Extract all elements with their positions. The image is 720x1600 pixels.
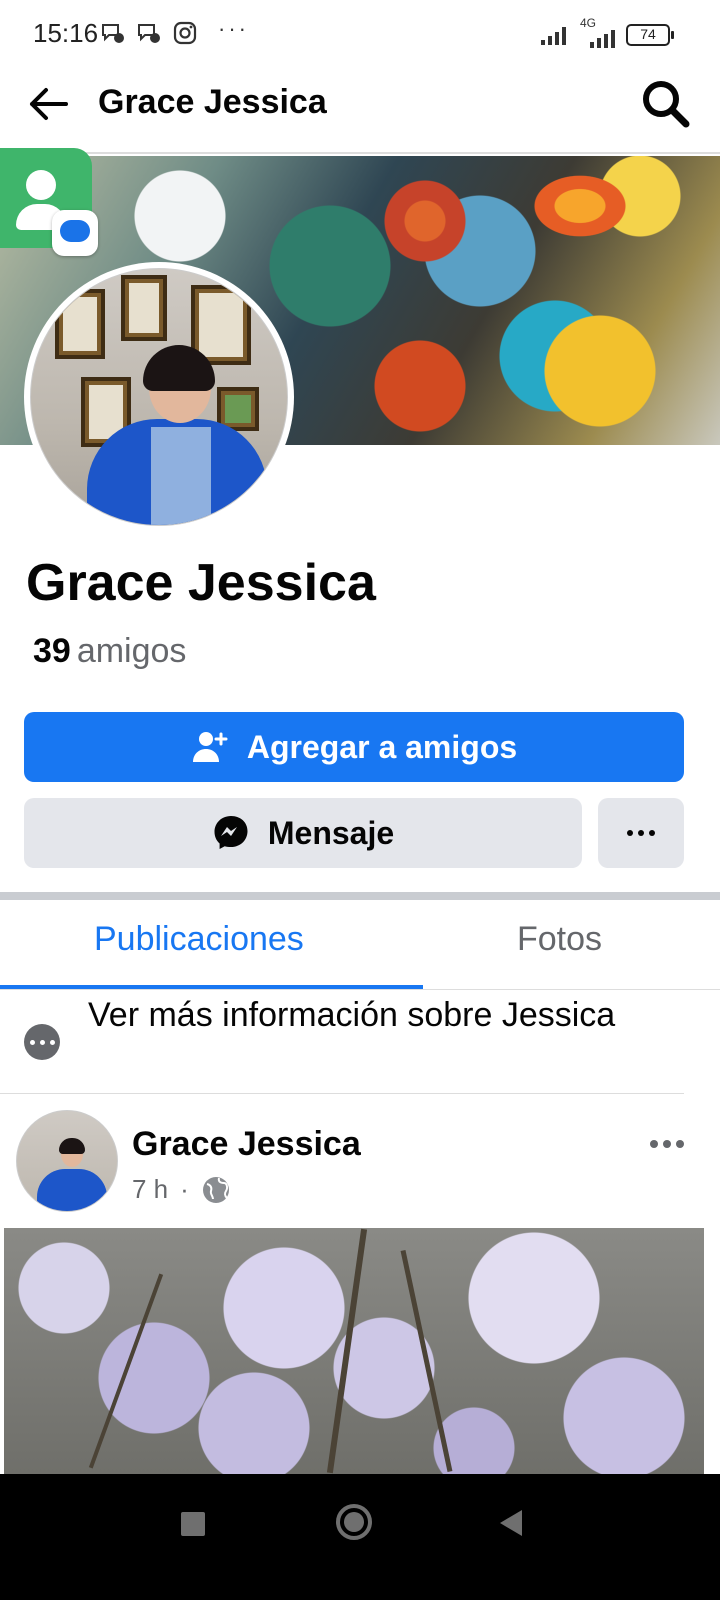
friends-label: amigos	[76, 632, 187, 670]
profile-avatar[interactable]	[24, 262, 294, 532]
message-label: Mensaje	[267, 814, 395, 851]
more-info-icon	[24, 1024, 60, 1060]
post-author-avatar[interactable]	[16, 1110, 118, 1212]
search-icon[interactable]	[640, 78, 692, 130]
tab-posts[interactable]: Publicaciones	[94, 920, 304, 959]
person-head	[26, 170, 56, 200]
post-time[interactable]: 7 h	[132, 1174, 168, 1205]
more-notifications-icon: ···	[218, 16, 249, 41]
status-notification-icons: ···	[100, 16, 249, 46]
chat-bubble-icon	[138, 24, 160, 43]
signal-4g-icon: 4G	[578, 16, 618, 48]
more-options-button[interactable]	[598, 798, 684, 868]
chat-bubble-icon	[102, 24, 124, 43]
battery-icon: 74	[626, 24, 674, 46]
more-dots-icon	[627, 830, 655, 836]
message-bubble	[60, 220, 90, 242]
add-friend-icon	[192, 732, 228, 762]
cover-flower	[380, 176, 470, 266]
person-top	[151, 427, 211, 525]
contacts-app-icon[interactable]	[0, 148, 98, 256]
post-options-button[interactable]	[644, 1130, 690, 1158]
picture-frame	[55, 289, 105, 359]
instagram-icon	[173, 21, 197, 45]
section-divider	[0, 892, 720, 900]
friends-count-link[interactable]: 39 amigos	[33, 632, 186, 671]
post-image[interactable]	[4, 1228, 704, 1474]
messenger-icon	[214, 816, 248, 849]
cover-flower	[520, 166, 640, 246]
messages-badge-icon	[52, 210, 98, 256]
friends-count: 39	[33, 632, 71, 670]
message-button[interactable]: Mensaje	[24, 798, 582, 868]
add-friend-label: Agregar a amigos	[246, 728, 518, 765]
home-icon[interactable]	[336, 1504, 372, 1540]
avatar-photo	[30, 268, 288, 526]
add-friend-button[interactable]: Agregar a amigos	[24, 712, 684, 782]
status-bar: 15:16 ··· 4G 74	[0, 0, 720, 66]
status-system-icons: 4G 74	[540, 16, 674, 48]
branch	[400, 1249, 453, 1473]
branch	[88, 1273, 164, 1469]
meta-separator: ·	[180, 1174, 189, 1204]
signal-icon	[541, 27, 566, 45]
avatar-body	[37, 1169, 107, 1211]
profile-name: Grace Jessica	[26, 554, 376, 612]
globe-icon	[202, 1176, 229, 1203]
post-meta: 7 h ·	[132, 1174, 231, 1205]
branch	[326, 1228, 368, 1474]
picture-frame	[121, 275, 167, 341]
app-header: Grace Jessica	[0, 66, 720, 154]
tab-photos[interactable]: Fotos	[517, 920, 602, 959]
about-link[interactable]: Ver más información sobre Jessica	[88, 990, 648, 1041]
back-icon[interactable]	[500, 1510, 522, 1536]
post-options-icon	[650, 1140, 684, 1148]
avatar-hair	[59, 1138, 85, 1154]
back-arrow-icon[interactable]	[24, 80, 72, 128]
about-border	[0, 1093, 684, 1094]
header-title: Grace Jessica	[98, 83, 327, 121]
post-author-name[interactable]: Grace Jessica	[132, 1125, 361, 1164]
system-navigation-bar	[0, 1474, 720, 1600]
recent-apps-icon[interactable]	[181, 1512, 205, 1536]
status-time: 15:16	[33, 18, 99, 48]
